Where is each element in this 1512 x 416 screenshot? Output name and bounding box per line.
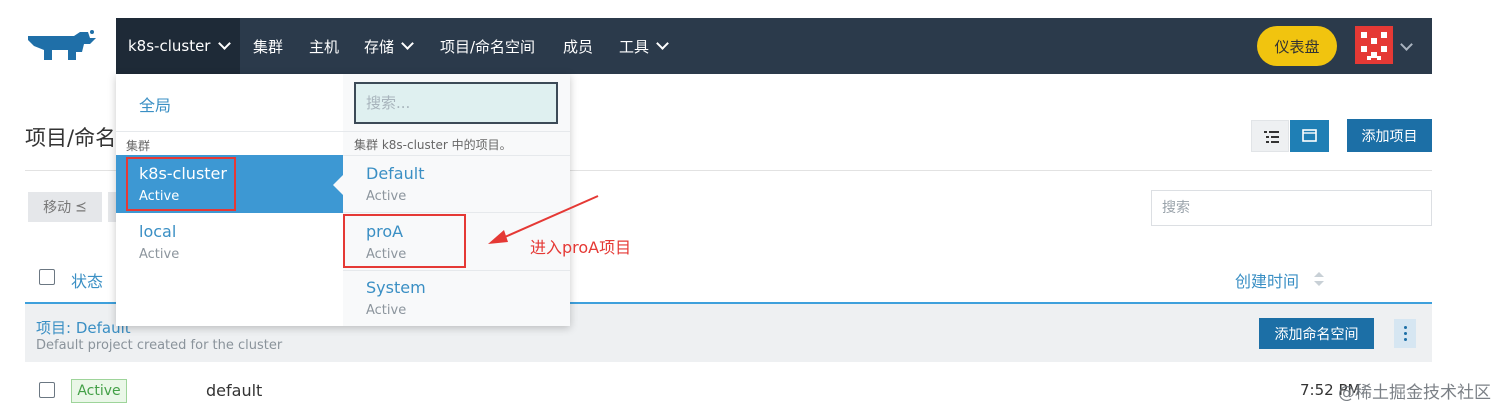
nav-members[interactable]: 成员 — [563, 18, 593, 74]
folder-view-toggle[interactable] — [1290, 120, 1329, 152]
nav-cluster[interactable]: 集群 — [253, 18, 283, 74]
list-icon — [1264, 131, 1279, 143]
sort-icon[interactable] — [1313, 270, 1325, 292]
namespace-name[interactable]: default — [206, 381, 262, 400]
nav-label: 存储 — [364, 37, 395, 56]
selection-arrow — [333, 175, 343, 195]
cluster-item-state: Active — [139, 247, 180, 262]
col-created-header[interactable]: 创建时间 — [1235, 268, 1299, 292]
annotation-text: 进入proA项目 — [530, 238, 632, 257]
nav-label: 项目/命名空间 — [440, 37, 536, 56]
global-link[interactable]: 全局 — [139, 92, 171, 116]
divider — [343, 131, 570, 132]
col-status-header[interactable]: 状态 — [71, 268, 103, 292]
highlight-box — [126, 157, 236, 211]
kebab-menu-icon[interactable] — [1394, 319, 1416, 348]
watermark: @稀土掘金技术社区 — [1338, 383, 1491, 403]
search-input[interactable]: 搜索 — [1151, 190, 1432, 226]
dashboard-button[interactable]: 仪表盘 — [1257, 26, 1337, 66]
nav-label: 工具 — [619, 37, 650, 56]
nav-label: 成员 — [563, 37, 594, 56]
nav-label: 集群 — [253, 37, 284, 56]
project-item-state: Active — [366, 189, 407, 204]
nav-projects-namespaces[interactable]: 项目/命名空间 — [440, 18, 535, 74]
chevron-down-icon — [656, 37, 669, 50]
fork-icon: ⪯ — [75, 199, 87, 215]
cluster-item-name: local — [139, 222, 177, 241]
search-placeholder: 搜索 — [1162, 200, 1190, 216]
select-all-checkbox[interactable] — [39, 269, 55, 285]
project-item-state: Active — [366, 303, 407, 318]
rancher-logo[interactable] — [24, 28, 100, 68]
cluster-section-label: 集群 — [126, 139, 151, 153]
nav-label: 主机 — [309, 37, 340, 56]
nav-tools[interactable]: 工具 — [619, 18, 669, 74]
project-group-description: Default project created for the cluster — [36, 338, 283, 353]
status-badge: Active — [71, 379, 127, 403]
action-button[interactable] — [108, 192, 116, 222]
project-search-input[interactable]: 搜索... — [354, 82, 558, 124]
cluster-switcher[interactable]: k8s-cluster — [116, 18, 240, 74]
nav-hosts[interactable]: 主机 — [309, 18, 339, 74]
avatar[interactable] — [1355, 26, 1393, 64]
project-item-name: Default — [366, 164, 425, 183]
add-project-button[interactable]: 添加项目 — [1347, 119, 1432, 152]
folder-icon — [1302, 129, 1317, 142]
search-placeholder: 搜索... — [366, 94, 411, 112]
row-checkbox[interactable] — [39, 382, 55, 398]
project-item-name: System — [366, 278, 426, 297]
chevron-down-icon — [401, 37, 414, 50]
projects-hint: 集群 k8s-cluster 中的项目。 — [354, 138, 512, 152]
move-button[interactable]: 移动 ⪯ — [28, 192, 102, 222]
cluster-switcher-label: k8s-cluster — [128, 37, 211, 55]
add-namespace-button[interactable]: 添加命名空间 — [1259, 318, 1374, 349]
move-label: 移动 — [43, 200, 72, 216]
highlight-box — [343, 214, 466, 268]
nav-storage[interactable]: 存储 — [364, 18, 414, 74]
chevron-down-icon — [218, 37, 232, 50]
list-view-toggle[interactable] — [1251, 120, 1289, 152]
divider — [116, 131, 343, 132]
